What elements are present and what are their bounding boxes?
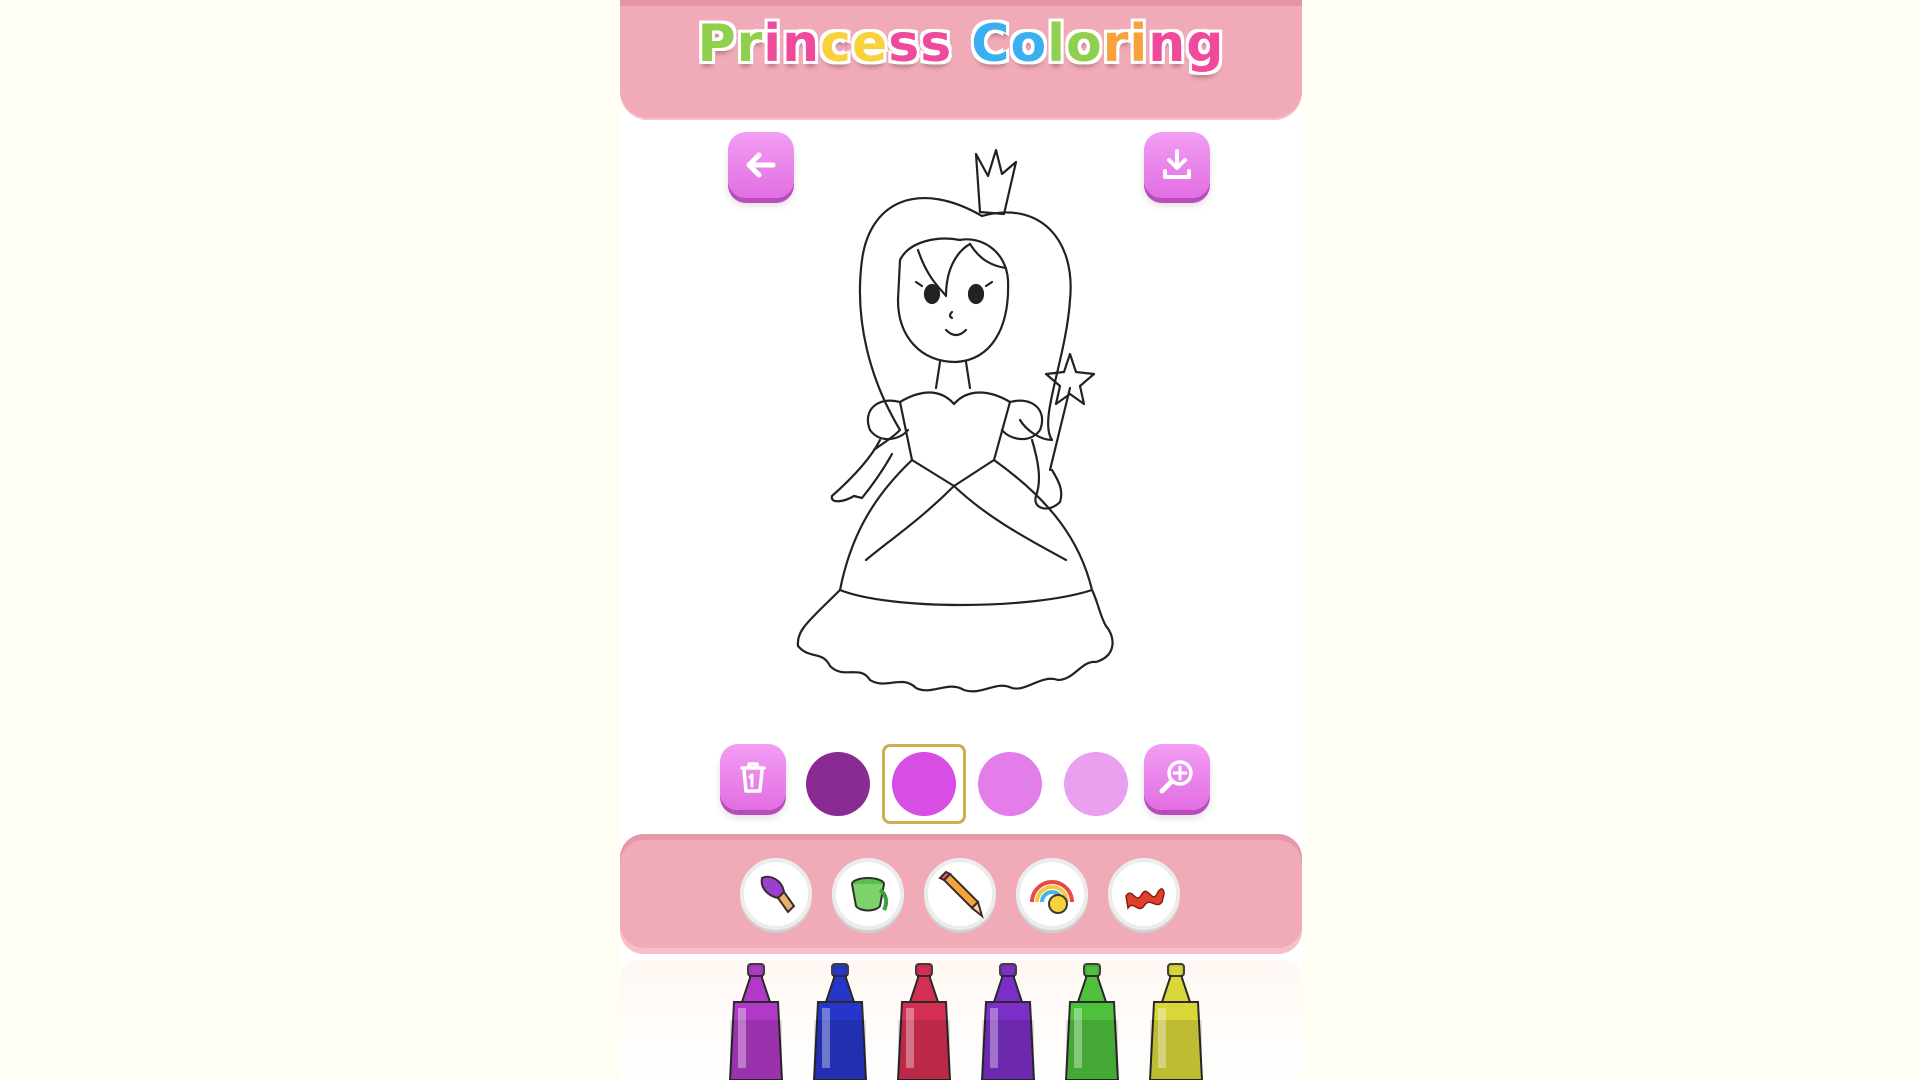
color-swatch[interactable] [1064,752,1128,816]
princess-drawing-canvas[interactable] [770,140,1150,720]
title-letter: n [1147,13,1187,75]
color-swatch[interactable] [978,752,1042,816]
paint-bucket-icon [851,877,889,912]
title-letter: c [819,13,852,75]
marker-color[interactable] [972,962,1044,1080]
title-letter: s [919,13,953,75]
zoom-button[interactable] [1144,744,1210,810]
color-swatch[interactable] [806,752,870,816]
title-letter: o [1065,13,1103,75]
title-letter [952,14,971,74]
pencil-tool[interactable] [924,858,996,930]
pencil-icon [938,870,984,919]
marker-color[interactable] [1056,962,1128,1080]
title-letter: e [851,13,889,75]
header-bar: Princess Coloring [620,0,1302,120]
sticker-tool[interactable] [1016,858,1088,930]
pattern-icon [1125,888,1165,910]
brush-tool[interactable] [740,858,812,930]
title-letter: l [1046,13,1066,75]
title-letter: i [762,13,783,75]
zoom-icon [1159,760,1193,794]
rainbow-sticker-icon [1030,880,1074,914]
tool-bar [620,834,1302,954]
title-letter: P [696,13,737,75]
marker-color[interactable] [1140,962,1212,1080]
coloring-app: Princess Coloring [620,0,1302,1080]
marker-color[interactable] [804,962,876,1080]
title-letter: o [1009,13,1048,75]
app-title: Princess Coloring [620,13,1302,75]
fill-tool[interactable] [832,858,904,930]
pattern-tool[interactable] [1108,858,1180,930]
title-letter: n [781,13,821,75]
download-button[interactable] [1144,132,1210,198]
marker-color[interactable] [720,962,792,1080]
title-letter: i [1128,13,1149,75]
title-letter: s [887,13,921,75]
color-swatch[interactable] [892,752,956,816]
title-letter: g [1185,13,1225,75]
title-letter: r [736,13,764,75]
title-letter: r [1102,13,1130,75]
marker-color[interactable] [888,962,960,1080]
title-letter: C [970,13,1011,75]
marker-tray [620,960,1302,1080]
download-icon [1163,149,1191,179]
brush-icon [760,875,796,914]
